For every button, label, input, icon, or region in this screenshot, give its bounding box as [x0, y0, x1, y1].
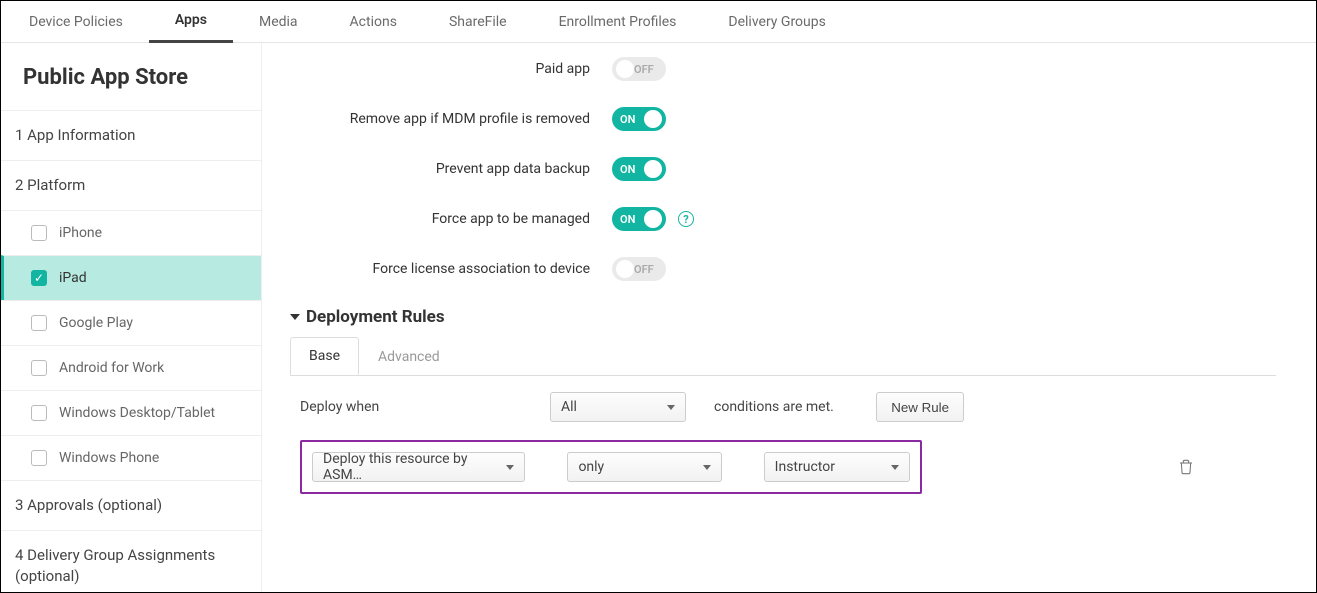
chevron-down-icon [667, 405, 675, 410]
toggle-knob-icon [616, 60, 634, 78]
select-rule-field[interactable]: Deploy this resource by ASM… [312, 452, 525, 482]
wizard-sidebar: Public App Store 1 App Information 2 Pla… [1, 43, 262, 592]
platform-iphone[interactable]: iPhone [1, 210, 261, 255]
toggle-text: ON [612, 163, 635, 176]
new-rule-button[interactable]: New Rule [876, 392, 964, 422]
toggle-knob-icon [644, 160, 662, 178]
platform-label: Android for Work [59, 360, 164, 376]
platform-label: iPad [59, 270, 87, 286]
label-remove-mdm: Remove app if MDM profile is removed [290, 111, 612, 127]
toggle-force-managed[interactable]: ON [612, 207, 666, 231]
rules-tabs: Base Advanced [290, 337, 1276, 376]
help-icon[interactable]: ? [678, 211, 694, 227]
select-value: only [578, 459, 604, 475]
toggle-text: ON [612, 113, 635, 126]
select-rule-operator[interactable]: only [567, 452, 721, 482]
step-approvals[interactable]: 3 Approvals (optional) [1, 480, 261, 530]
chevron-down-icon [290, 314, 300, 320]
tab-sharefile[interactable]: ShareFile [423, 1, 533, 43]
toggle-paid-app[interactable]: OFF [612, 57, 666, 81]
label-prevent-backup: Prevent app data backup [290, 161, 612, 177]
checkbox-icon[interactable] [31, 315, 47, 331]
tab-base[interactable]: Base [290, 337, 359, 375]
toggle-knob-icon [616, 260, 634, 278]
chevron-down-icon [703, 465, 711, 470]
rule-row: Deploy this resource by ASM… only Instru… [300, 440, 922, 494]
platform-windows-desktop-tablet[interactable]: Windows Desktop/Tablet [1, 390, 261, 435]
toggle-knob-icon [644, 110, 662, 128]
chevron-down-icon [506, 465, 514, 470]
select-rule-value[interactable]: Instructor [764, 452, 910, 482]
label-force-managed: Force app to be managed [290, 211, 612, 227]
platform-google-play[interactable]: Google Play [1, 300, 261, 345]
label-paid-app: Paid app [290, 61, 612, 77]
platform-ipad[interactable]: iPad [1, 255, 261, 300]
main-panel: Paid app OFF Remove app if MDM profile i… [262, 43, 1316, 592]
label-conditions-met: conditions are met. [714, 399, 834, 415]
platform-windows-phone[interactable]: Windows Phone [1, 435, 261, 480]
label-deploy-when: Deploy when [300, 399, 550, 415]
toggle-knob-icon [644, 210, 662, 228]
delete-rule-button[interactable] [1176, 457, 1196, 477]
platform-label: Google Play [59, 315, 133, 331]
step-platform[interactable]: 2 Platform [1, 160, 261, 210]
trash-icon [1178, 459, 1194, 475]
select-value: All [561, 399, 577, 415]
checkbox-icon[interactable] [31, 405, 47, 421]
platform-android-for-work[interactable]: Android for Work [1, 345, 261, 390]
label-force-license: Force license association to device [290, 261, 612, 277]
tab-device-policies[interactable]: Device Policies [3, 1, 149, 43]
section-title: Deployment Rules [306, 307, 445, 327]
toggle-text: ON [612, 213, 635, 226]
tab-media[interactable]: Media [233, 1, 324, 43]
tab-apps[interactable]: Apps [149, 1, 233, 43]
step-delivery-group-assignments[interactable]: 4 Delivery Group Assignments (optional) [1, 530, 261, 592]
deployment-rules-header[interactable]: Deployment Rules [290, 307, 1294, 327]
top-nav: Device Policies Apps Media Actions Share… [1, 1, 1316, 43]
platform-label: Windows Desktop/Tablet [59, 405, 215, 421]
select-value: Instructor [775, 459, 835, 475]
step-app-information[interactable]: 1 App Information [1, 110, 261, 160]
chevron-down-icon [891, 465, 899, 470]
platform-label: Windows Phone [59, 450, 159, 466]
platform-label: iPhone [59, 225, 102, 241]
select-deploy-when[interactable]: All [550, 392, 686, 422]
checkbox-icon[interactable] [31, 270, 47, 286]
tab-actions[interactable]: Actions [324, 1, 423, 43]
toggle-remove-mdm[interactable]: ON [612, 107, 666, 131]
tab-delivery-groups[interactable]: Delivery Groups [702, 1, 851, 43]
checkbox-icon[interactable] [31, 360, 47, 376]
tab-advanced[interactable]: Advanced [359, 338, 459, 376]
checkbox-icon[interactable] [31, 225, 47, 241]
page-title: Public App Store [1, 43, 261, 110]
toggle-force-license[interactable]: OFF [612, 257, 666, 281]
select-value: Deploy this resource by ASM… [323, 451, 506, 483]
tab-enrollment-profiles[interactable]: Enrollment Profiles [533, 1, 703, 43]
checkbox-icon[interactable] [31, 450, 47, 466]
toggle-prevent-backup[interactable]: ON [612, 157, 666, 181]
